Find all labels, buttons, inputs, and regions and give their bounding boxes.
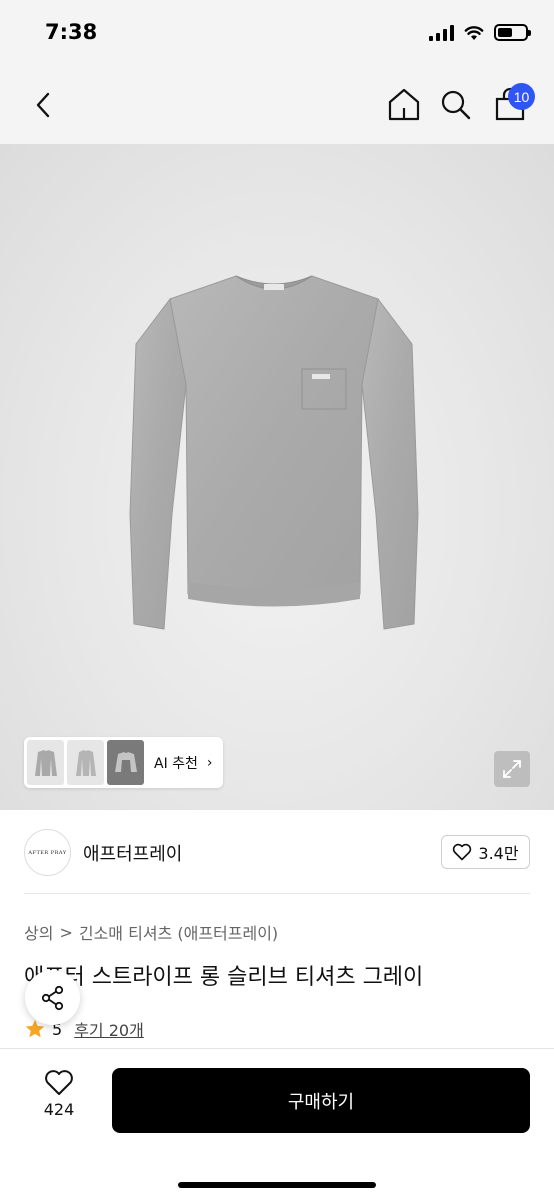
shop-logo[interactable]: AFTER PRAY bbox=[24, 829, 71, 876]
like-button[interactable]: 424 bbox=[30, 1069, 88, 1129]
ai-recommend-thumbnail bbox=[107, 740, 144, 785]
breadcrumb-subcategory[interactable]: 긴소매 티셔츠 (애프터프레이) bbox=[79, 920, 278, 944]
expand-image-button[interactable] bbox=[494, 751, 530, 787]
home-button[interactable] bbox=[386, 86, 422, 124]
nav-header bbox=[0, 66, 554, 144]
breadcrumb: 상의 > 긴소매 티셔츠 (애프터프레이) bbox=[24, 920, 278, 944]
chevron-right-icon: › bbox=[206, 754, 213, 771]
home-icon bbox=[388, 88, 420, 121]
breadcrumb-separator: > bbox=[59, 922, 73, 942]
chevron-left-icon bbox=[36, 92, 50, 118]
shop-logo-text: AFTER PRAY bbox=[28, 849, 67, 856]
search-button[interactable] bbox=[438, 86, 474, 124]
shop-like-count: 3.4만 bbox=[478, 844, 519, 863]
product-title: 애프터 스트라이프 롱 슬리브 티셔츠 그레이 bbox=[24, 965, 424, 990]
heart-icon bbox=[453, 843, 472, 861]
battery-icon bbox=[494, 24, 531, 41]
share-icon bbox=[41, 985, 63, 1010]
heart-icon bbox=[45, 1070, 73, 1095]
bottom-bar: 424 구매하기 bbox=[0, 1048, 554, 1200]
divider bbox=[24, 893, 530, 894]
review-link[interactable]: 후기 20개 bbox=[74, 1017, 144, 1041]
like-count: 424 bbox=[43, 1100, 75, 1119]
cart-count-badge: 10 bbox=[508, 83, 535, 110]
ai-recommend-button[interactable]: AI 추천 › bbox=[24, 737, 223, 788]
product-image[interactable]: AI 추천 › bbox=[0, 144, 554, 810]
wifi-icon bbox=[464, 25, 484, 40]
breadcrumb-category[interactable]: 상의 bbox=[24, 920, 53, 944]
ai-recommend-label: AI 추천 bbox=[154, 755, 198, 772]
buy-button[interactable]: 구매하기 bbox=[112, 1068, 530, 1133]
product-photo-sweatshirt bbox=[129, 275, 419, 630]
search-icon bbox=[441, 90, 471, 120]
cellular-signal-icon bbox=[429, 24, 454, 41]
ai-recommend-thumbnail bbox=[27, 740, 64, 785]
status-bar: 7:38 bbox=[0, 0, 554, 66]
status-icons bbox=[429, 24, 531, 41]
ai-recommend-thumbnail bbox=[67, 740, 104, 785]
home-indicator bbox=[178, 1182, 376, 1188]
shop-name[interactable]: 애프터프레이 bbox=[83, 840, 182, 866]
expand-icon bbox=[503, 760, 521, 778]
shop-like-button[interactable]: 3.4만 bbox=[441, 835, 530, 869]
status-time: 7:38 bbox=[45, 20, 98, 44]
back-button[interactable] bbox=[26, 86, 60, 124]
share-button[interactable] bbox=[25, 970, 80, 1025]
